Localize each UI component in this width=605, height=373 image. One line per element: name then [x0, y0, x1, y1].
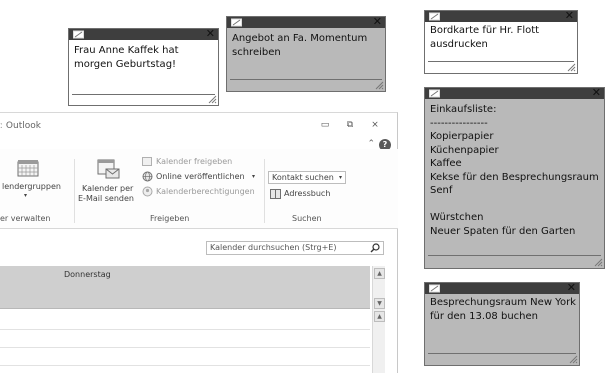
note-divider	[428, 353, 576, 354]
outlook-window: ː Outlook ▭ ⧉ ⨯ ⌃ ? lendergruppen ▾ er v…	[0, 112, 398, 373]
note-pin-icon[interactable]	[73, 30, 84, 39]
group-separator	[264, 159, 265, 223]
minimize-button[interactable]: ▭	[318, 119, 332, 131]
calendar-grid-icon	[17, 160, 39, 177]
note-title-bar[interactable]	[425, 283, 579, 294]
close-icon[interactable]: ✕	[565, 10, 574, 22]
note-title-bar[interactable]	[227, 17, 385, 28]
app-title: ː Outlook	[0, 121, 41, 131]
permissions-icon	[142, 186, 153, 197]
close-icon[interactable]: ✕	[592, 87, 601, 99]
group-separator	[74, 159, 75, 223]
note-text[interactable]: Frau Anne Kaffek hat morgen Geburtstag!	[74, 44, 179, 71]
note-pin-icon[interactable]	[231, 18, 242, 27]
sticky-note-shopping-list[interactable]: ✕ Einkaufsliste: ---------------- Kopier…	[424, 87, 605, 269]
resize-grip-icon[interactable]	[569, 355, 578, 364]
calendar-permissions-label: Kalenderberechtigungen	[156, 187, 255, 196]
note-text[interactable]: Bordkarte für Hr. Flott ausdrucken	[430, 24, 539, 51]
globe-icon	[142, 171, 153, 182]
scroll-up-button[interactable]: ▲	[374, 311, 385, 322]
app-title-text: Outlook	[5, 121, 41, 131]
note-pin-icon[interactable]	[429, 89, 440, 98]
group-label-manage: er verwalten	[0, 214, 51, 223]
note-title-bar[interactable]	[69, 29, 218, 40]
sticky-note-birthday[interactable]: ✕ Frau Anne Kaffek hat morgen Geburtstag…	[68, 28, 219, 106]
close-icon[interactable]: ✕	[373, 16, 382, 28]
note-pin-icon[interactable]	[429, 12, 440, 21]
collapse-ribbon-icon[interactable]: ⌃	[367, 139, 375, 149]
note-text[interactable]: Angebot an Fa. Momentum schreiben	[232, 32, 367, 59]
send-calendar-email-label-2: E-Mail senden	[78, 194, 134, 203]
calendar-day-header: Donnerstag	[0, 266, 370, 309]
calendar-time-row[interactable]	[0, 347, 370, 348]
group-label-share: Freigeben	[150, 214, 190, 223]
note-text[interactable]: Einkaufsliste: ---------------- Kopierpa…	[430, 103, 599, 238]
sticky-note-boarding[interactable]: ✕ Bordkarte für Hr. Flott ausdrucken	[424, 10, 578, 74]
scroll-up-button[interactable]: ▲	[374, 268, 385, 279]
note-divider	[428, 255, 601, 256]
note-divider	[72, 94, 215, 95]
chevron-down-icon: ▾	[252, 173, 256, 180]
calendar-groups-label: lendergruppen	[2, 182, 61, 191]
contact-search-label: Kontakt suchen	[272, 173, 334, 182]
close-icon[interactable]: ✕	[567, 282, 576, 294]
search-icon[interactable]	[370, 243, 380, 253]
ribbon: lendergruppen ▾ er verwalten Kalender pe…	[0, 149, 398, 229]
resize-grip-icon[interactable]	[594, 258, 603, 267]
resize-grip-icon[interactable]	[208, 95, 217, 104]
calendar-search-input[interactable]: Kalender durchsuchen (Strg+E)	[206, 241, 384, 255]
publish-online-label: Online veröffentlichen	[156, 172, 245, 181]
chevron-down-icon: ▾	[24, 192, 28, 199]
note-divider	[428, 61, 574, 62]
restore-button[interactable]: ⧉	[343, 119, 357, 131]
send-calendar-email-label-1: Kalender per	[82, 184, 134, 193]
day-name-label: Donnerstag	[64, 270, 111, 279]
group-label-search: Suchen	[292, 214, 322, 223]
sticky-note-meeting-room[interactable]: ✕ Besprechungsraum New York für den 13.0…	[424, 282, 580, 366]
calendar-scrollbar[interactable]: ▲ ▼ ▲	[372, 266, 385, 373]
calendar-search-placeholder: Kalender durchsuchen (Strg+E)	[210, 243, 337, 252]
sticky-note-offer[interactable]: ✕ Angebot an Fa. Momentum schreiben	[226, 16, 386, 92]
contact-search-input[interactable]: Kontakt suchen ▾	[268, 171, 346, 184]
note-title-bar[interactable]	[425, 88, 604, 99]
share-calendar-label: Kalender freigeben	[156, 157, 233, 166]
note-pin-icon[interactable]	[429, 284, 440, 293]
note-text[interactable]: Besprechungsraum New York für den 13.08 …	[430, 296, 576, 323]
scroll-down-button[interactable]: ▼	[374, 298, 385, 309]
close-icon[interactable]: ✕	[206, 28, 215, 40]
close-window-button[interactable]: ⨯	[368, 119, 382, 131]
address-book-label: Adressbuch	[284, 189, 331, 198]
address-book-icon	[270, 189, 281, 199]
note-divider	[230, 79, 382, 80]
calendar-time-row[interactable]	[0, 329, 370, 330]
resize-grip-icon[interactable]	[567, 63, 576, 72]
note-title-bar[interactable]	[425, 11, 577, 22]
resize-grip-icon[interactable]	[375, 81, 384, 90]
calendar-email-icon	[97, 159, 120, 179]
chevron-down-icon: ▾	[338, 174, 342, 181]
calendar-time-row[interactable]	[0, 365, 370, 366]
share-calendar-icon	[142, 157, 152, 166]
